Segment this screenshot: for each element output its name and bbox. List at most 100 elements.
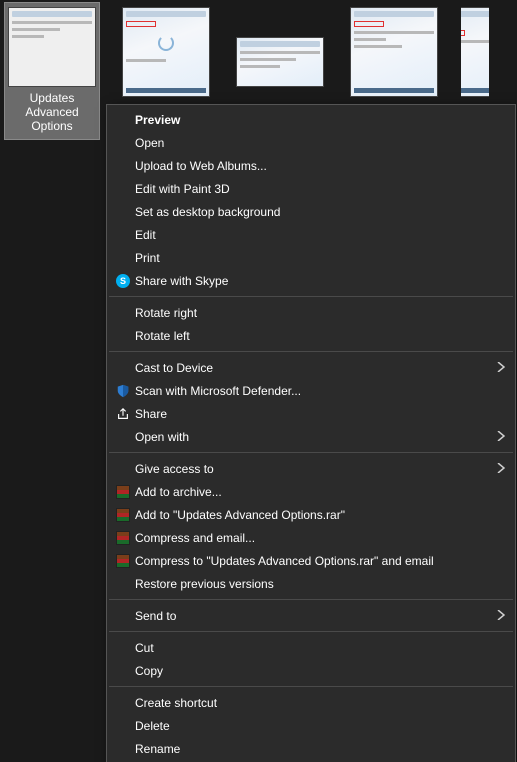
menu-label: Edit with Paint 3D [135, 182, 505, 196]
menu-print[interactable]: Print [107, 246, 515, 269]
menu-preview[interactable]: Preview [107, 108, 515, 131]
empty-icon [111, 111, 135, 129]
menu-label: Compress and email... [135, 531, 505, 545]
empty-icon [111, 157, 135, 175]
menu-separator [109, 686, 513, 687]
menu-separator [109, 351, 513, 352]
menu-delete[interactable]: Delete [107, 714, 515, 737]
empty-icon [111, 639, 135, 657]
menu-label: Preview [135, 113, 505, 127]
menu-edit-paint3d[interactable]: Edit with Paint 3D [107, 177, 515, 200]
thumbnail-image [122, 7, 210, 97]
menu-label: Rotate left [135, 329, 505, 343]
menu-rotate-right[interactable]: Rotate right [107, 301, 515, 324]
menu-cut[interactable]: Cut [107, 636, 515, 659]
menu-scan-defender[interactable]: Scan with Microsoft Defender... [107, 379, 515, 402]
winrar-icon [111, 552, 135, 570]
empty-icon [111, 249, 135, 267]
menu-label: Restore previous versions [135, 577, 505, 591]
chevron-right-icon [493, 361, 505, 375]
menu-add-to-archive[interactable]: Add to archive... [107, 480, 515, 503]
share-icon [111, 405, 135, 423]
menu-label: Scan with Microsoft Defender... [135, 384, 505, 398]
menu-compress-email[interactable]: Compress and email... [107, 526, 515, 549]
menu-label: Upload to Web Albums... [135, 159, 505, 173]
thumbnail-image [350, 7, 438, 97]
menu-label: Rotate right [135, 306, 505, 320]
empty-icon [111, 304, 135, 322]
menu-separator [109, 599, 513, 600]
context-menu: Preview Open Upload to Web Albums... Edi… [106, 104, 516, 762]
menu-label: Send to [135, 609, 493, 623]
menu-label: Copy [135, 664, 505, 678]
empty-icon [111, 607, 135, 625]
thumbnail-image [460, 7, 490, 97]
menu-label: Open [135, 136, 505, 150]
empty-icon [111, 359, 135, 377]
empty-icon [111, 575, 135, 593]
menu-label: Share [135, 407, 505, 421]
menu-upload-web-albums[interactable]: Upload to Web Albums... [107, 154, 515, 177]
menu-separator [109, 631, 513, 632]
menu-open[interactable]: Open [107, 131, 515, 154]
empty-icon [111, 203, 135, 221]
menu-label: Add to archive... [135, 485, 505, 499]
menu-set-desktop-bg[interactable]: Set as desktop background [107, 200, 515, 223]
menu-copy[interactable]: Copy [107, 659, 515, 682]
thumbnail-item[interactable] [346, 2, 442, 104]
menu-label: Cut [135, 641, 505, 655]
menu-label: Create shortcut [135, 696, 505, 710]
thumbnail-image [8, 7, 96, 87]
empty-icon [111, 226, 135, 244]
menu-cast-to-device[interactable]: Cast to Device [107, 356, 515, 379]
menu-give-access-to[interactable]: Give access to [107, 457, 515, 480]
menu-separator [109, 452, 513, 453]
empty-icon [111, 740, 135, 758]
thumbnail-item-cropped[interactable] [460, 2, 490, 104]
menu-create-shortcut[interactable]: Create shortcut [107, 691, 515, 714]
menu-label: Cast to Device [135, 361, 493, 375]
menu-send-to[interactable]: Send to [107, 604, 515, 627]
empty-icon [111, 460, 135, 478]
menu-rename[interactable]: Rename [107, 737, 515, 760]
menu-share[interactable]: Share [107, 402, 515, 425]
skype-icon: S [111, 272, 135, 290]
empty-icon [111, 428, 135, 446]
menu-label: Rename [135, 742, 505, 756]
menu-open-with[interactable]: Open with [107, 425, 515, 448]
menu-separator [109, 296, 513, 297]
menu-label: Add to "Updates Advanced Options.rar" [135, 508, 505, 522]
menu-label: Compress to "Updates Advanced Options.ra… [135, 554, 505, 568]
winrar-icon [111, 483, 135, 501]
menu-label: Set as desktop background [135, 205, 505, 219]
chevron-right-icon [493, 609, 505, 623]
winrar-icon [111, 529, 135, 547]
thumbnail-item[interactable] [118, 2, 214, 104]
menu-label: Edit [135, 228, 505, 242]
winrar-icon [111, 506, 135, 524]
chevron-right-icon [493, 462, 505, 476]
menu-label: Share with Skype [135, 274, 505, 288]
menu-restore-previous[interactable]: Restore previous versions [107, 572, 515, 595]
menu-label: Print [135, 251, 505, 265]
menu-share-skype[interactable]: S Share with Skype [107, 269, 515, 292]
menu-compress-to-rar-email[interactable]: Compress to "Updates Advanced Options.ra… [107, 549, 515, 572]
chevron-right-icon [493, 430, 505, 444]
menu-label: Give access to [135, 462, 493, 476]
empty-icon [111, 717, 135, 735]
menu-edit[interactable]: Edit [107, 223, 515, 246]
thumbnail-selected[interactable]: Updates Advanced Options [4, 2, 100, 140]
menu-add-to-rar[interactable]: Add to "Updates Advanced Options.rar" [107, 503, 515, 526]
thumbnail-image [236, 37, 324, 87]
menu-label: Open with [135, 430, 493, 444]
empty-icon [111, 694, 135, 712]
thumbnail-caption: Updates Advanced Options [5, 91, 99, 133]
empty-icon [111, 327, 135, 345]
empty-icon [111, 134, 135, 152]
defender-shield-icon [111, 382, 135, 400]
menu-rotate-left[interactable]: Rotate left [107, 324, 515, 347]
menu-label: Delete [135, 719, 505, 733]
empty-icon [111, 662, 135, 680]
thumbnail-item[interactable] [232, 32, 328, 94]
empty-icon [111, 180, 135, 198]
